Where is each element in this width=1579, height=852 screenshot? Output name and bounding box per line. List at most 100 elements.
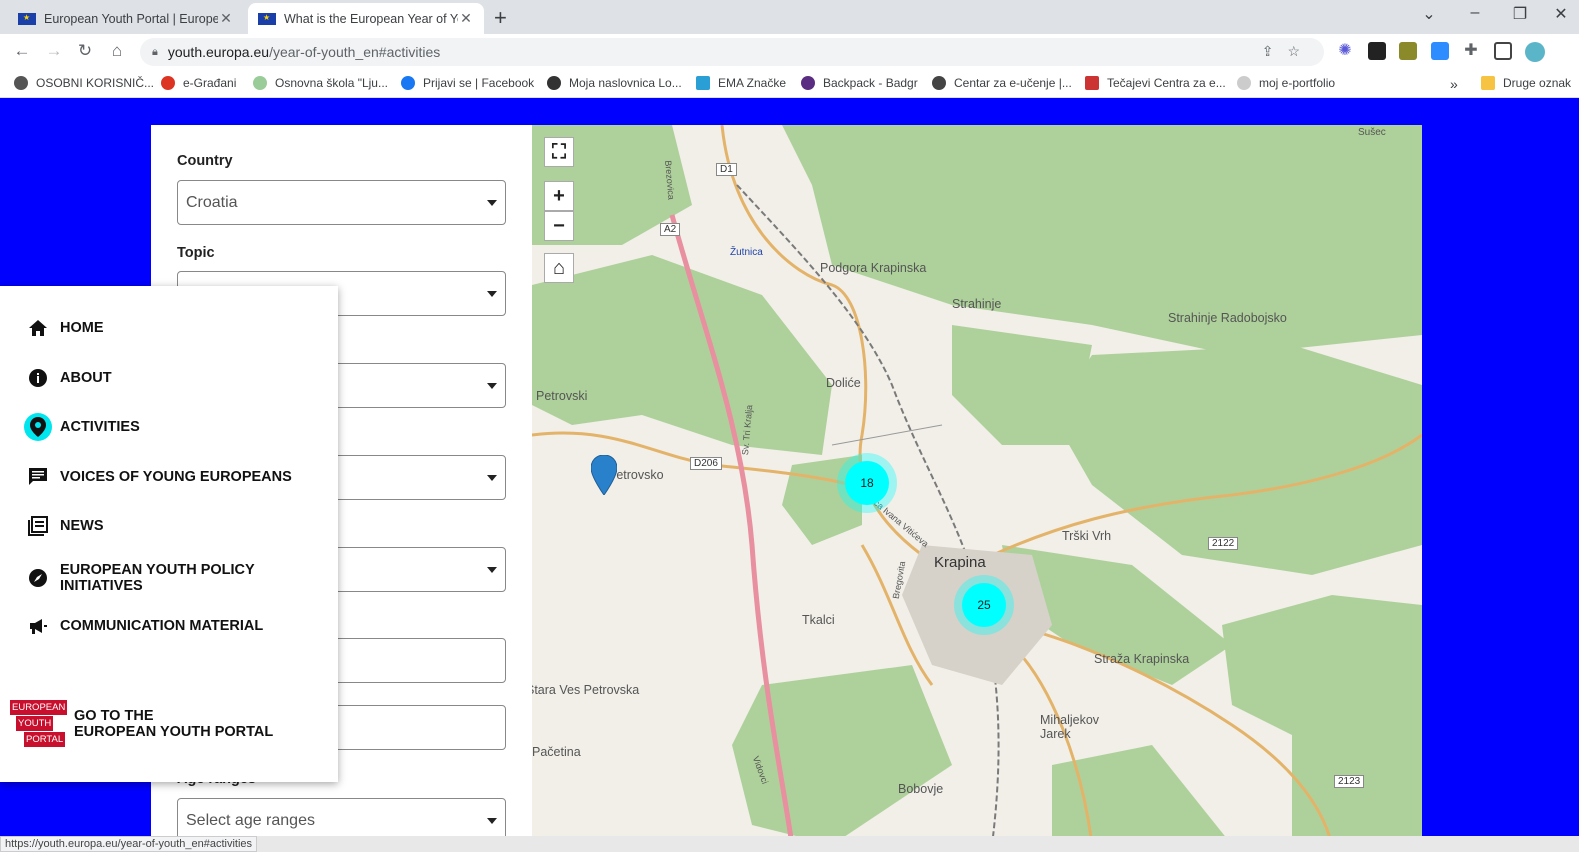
home-button-icon[interactable]: ⌂ — [105, 41, 129, 61]
fullscreen-icon[interactable]: ⛶ — [544, 137, 574, 167]
menu-item-home[interactable]: HOME — [24, 314, 104, 342]
carnet-icon — [932, 76, 946, 90]
bookmark-star-icon[interactable]: ☆ — [1287, 43, 1314, 59]
browser-tab[interactable]: European Youth Portal | European ✕ — [8, 3, 244, 34]
menu-item-activities[interactable]: ACTIVITIES — [24, 413, 140, 441]
road-label: D206 — [690, 457, 722, 470]
compass-icon — [24, 564, 52, 592]
bookmark-item[interactable]: moj e-portfolio — [1237, 76, 1335, 90]
bookmark-item[interactable]: OSOBNI KORISNIČ... — [14, 76, 154, 90]
bookmark-item[interactable]: Prijavi se | Facebook — [401, 76, 534, 90]
road-label: A2 — [660, 223, 681, 236]
bookmark-item[interactable]: EMA Značke — [696, 76, 786, 90]
road-label: 2122 — [1208, 537, 1239, 550]
status-bar: https://youth.europa.eu/year-of-youth_en… — [0, 836, 1579, 852]
profile-avatar[interactable] — [1525, 42, 1545, 62]
extension-icon[interactable] — [1368, 42, 1386, 60]
place-label: Doliće — [826, 376, 861, 390]
place-label: Krapina — [934, 554, 986, 571]
road-label: 2123 — [1334, 775, 1365, 788]
marker-cluster[interactable]: 25 — [954, 575, 1014, 635]
place-label: Straža Krapinska — [1094, 652, 1190, 666]
ema-icon — [696, 76, 710, 90]
place-label: Podgora Krapinska — [820, 261, 927, 275]
caret-down-icon — [487, 475, 497, 481]
age-ranges-select[interactable]: Select age ranges — [177, 798, 506, 838]
zoom-in-button[interactable]: + — [544, 181, 574, 211]
european-youth-portal-link[interactable]: EUROPEAN YOUTH PORTAL GO TO THE EUROPEAN… — [10, 700, 273, 748]
extension-icon[interactable] — [1431, 42, 1449, 60]
close-tab-icon[interactable]: ✕ — [458, 10, 474, 27]
bookmark-item[interactable]: Moja naslovnica Lo... — [547, 76, 682, 90]
portal-link-line2: EUROPEAN YOUTH PORTAL — [74, 724, 274, 740]
bookmark-item[interactable]: Osnovna škola "Lju... — [253, 76, 388, 90]
menu-item-communication[interactable]: COMMUNICATION MATERIAL — [24, 612, 263, 640]
eu-flag-icon — [258, 12, 276, 25]
caret-down-icon — [487, 383, 497, 389]
info-icon — [24, 364, 52, 392]
back-icon[interactable]: ← — [10, 41, 34, 61]
place-label: Tkalci — [802, 613, 835, 627]
place-label: Mihaljekov Jarek — [1040, 713, 1100, 741]
road-label: D1 — [716, 163, 737, 176]
folder-icon — [1481, 76, 1495, 90]
minimize-button[interactable]: – — [1455, 4, 1495, 22]
activities-map[interactable]: Sušec Podgora Krapinska Strahinje Strahi… — [532, 125, 1422, 838]
lock-icon: 🔒︎ — [152, 45, 158, 58]
marker-cluster[interactable]: 18 — [837, 453, 897, 513]
caret-down-icon — [487, 567, 497, 573]
place-label: Sušec — [1358, 127, 1386, 138]
close-tab-icon[interactable]: ✕ — [218, 10, 234, 27]
extension-icon[interactable] — [1399, 42, 1417, 60]
school-icon — [253, 76, 267, 90]
topic-label: Topic — [177, 245, 215, 261]
loomen-icon — [547, 76, 561, 90]
url-path: /year-of-youth_en#activities — [269, 44, 441, 60]
globe-icon — [14, 76, 28, 90]
carnet-courses-icon — [1085, 76, 1099, 90]
bookmark-folder[interactable]: Druge oznak — [1481, 76, 1571, 90]
european-youth-portal-logo: EUROPEAN YOUTH PORTAL — [10, 700, 68, 748]
menu-item-news[interactable]: NEWS — [24, 512, 104, 540]
close-window-button[interactable]: ✕ — [1541, 4, 1579, 24]
browser-tab-bar: European Youth Portal | European ✕ What … — [0, 0, 1579, 34]
restore-button[interactable]: ❐ — [1500, 4, 1540, 24]
map-marker-icon[interactable] — [591, 455, 617, 495]
map-pin-icon — [24, 413, 52, 441]
extension-icon[interactable]: ✺ — [1336, 42, 1354, 60]
eu-flag-icon — [18, 12, 36, 25]
place-label: Trški Vrh — [1062, 529, 1112, 543]
country-select[interactable]: Croatia — [177, 180, 506, 225]
megaphone-icon — [24, 612, 52, 640]
zoom-out-button[interactable]: − — [544, 211, 574, 241]
extensions-puzzle-icon[interactable]: ✚ — [1462, 42, 1480, 60]
forward-icon[interactable]: → — [42, 41, 66, 61]
new-tab-button[interactable]: + — [494, 5, 507, 31]
menu-item-policy[interactable]: EUROPEAN YOUTH POLICY INITIATIVES — [24, 562, 280, 594]
bookmark-item[interactable]: Tečajevi Centra za e... — [1085, 76, 1226, 90]
share-icon[interactable]: ⇪ — [1262, 43, 1288, 59]
facebook-icon — [401, 76, 415, 90]
menu-item-about[interactable]: ABOUT — [24, 364, 112, 392]
chat-icon — [24, 463, 52, 491]
map-home-icon[interactable]: ⌂ — [544, 253, 574, 283]
tab-search-icon[interactable]: ⌄ — [1409, 4, 1449, 24]
place-label: Strahinje — [952, 297, 1002, 311]
browser-toolbar: ← → ↻ ⌂ 🔒︎ youth.europa.eu/year-of-youth… — [0, 34, 1579, 70]
bookmark-item[interactable]: e-Građani — [161, 76, 236, 90]
menu-item-voices[interactable]: VOICES OF YOUNG EUROPEANS — [24, 463, 292, 491]
reload-icon[interactable]: ↻ — [73, 41, 97, 61]
place-label: Pačetina — [532, 745, 581, 759]
bookmark-item[interactable]: Backpack - Badgr — [801, 76, 918, 90]
browser-tab-active[interactable]: What is the European Year of Yout ✕ — [248, 3, 484, 34]
address-bar[interactable]: 🔒︎ youth.europa.eu/year-of-youth_en#acti… — [140, 38, 1324, 66]
side-panel-icon[interactable] — [1494, 42, 1512, 60]
tab-title: European Youth Portal | European — [44, 11, 218, 26]
more-bookmarks-icon[interactable]: » — [1450, 76, 1458, 92]
coat-of-arms-icon — [161, 76, 175, 90]
bookmarks-bar: OSOBNI KORISNIČ... e-Građani Osnovna ško… — [0, 70, 1579, 98]
bookmark-item[interactable]: Centar za e-učenje |... — [932, 76, 1072, 90]
place-label: Petrovski — [536, 389, 588, 403]
place-label: Stara Ves Petrovska — [532, 683, 640, 697]
side-navigation-menu: HOME ABOUT ACTIVITIES VOICES OF YOUNG EU… — [0, 286, 338, 782]
